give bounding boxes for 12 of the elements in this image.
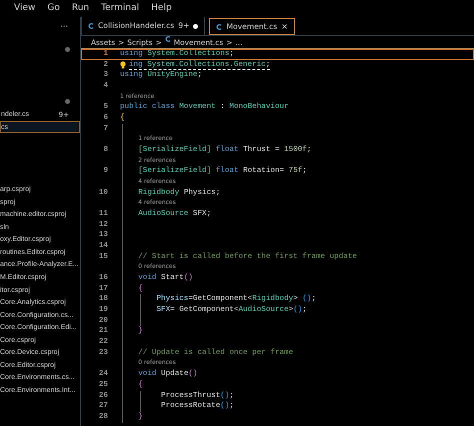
more-actions-button[interactable]: ··· bbox=[60, 17, 68, 36]
csharp-file-icon bbox=[216, 24, 222, 30]
modified-dot-icon bbox=[65, 99, 70, 104]
menu-item[interactable]: Help bbox=[151, 0, 172, 17]
close-tab-button[interactable]: × bbox=[281, 20, 288, 32]
csharp-file-icon bbox=[88, 23, 94, 29]
menu-item[interactable]: View bbox=[14, 0, 36, 17]
unsaved-dot-icon bbox=[193, 24, 198, 28]
menu-item[interactable]: Go bbox=[47, 0, 60, 17]
menu-item[interactable]: Run bbox=[72, 0, 90, 17]
modified-dot-icon bbox=[65, 46, 70, 52]
menu-item[interactable]: Terminal bbox=[101, 0, 140, 17]
